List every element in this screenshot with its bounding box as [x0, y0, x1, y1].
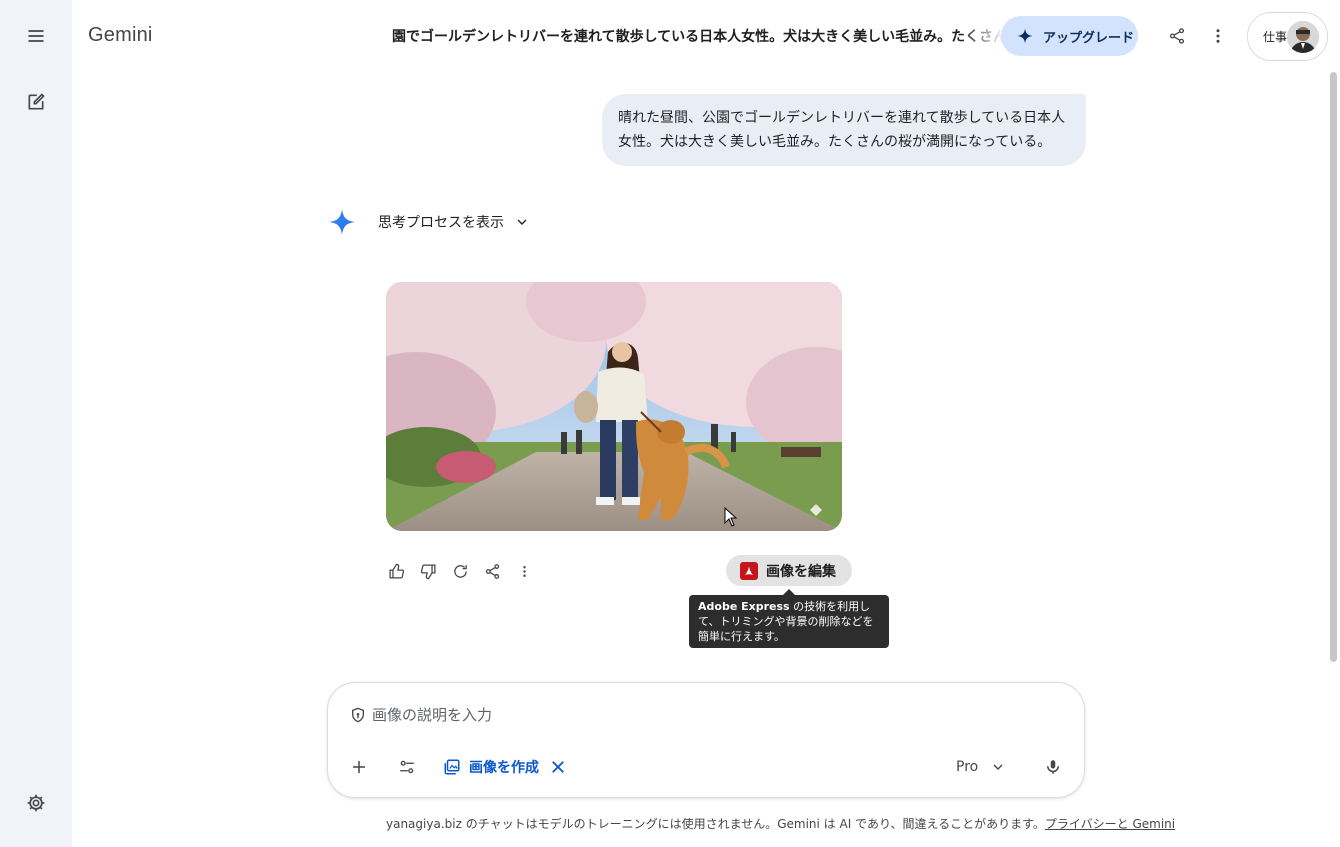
bad-response-button[interactable]	[412, 556, 444, 586]
thumb-down-icon	[420, 563, 436, 579]
create-image-chip[interactable]: 画像を作成	[443, 753, 575, 781]
disclaimer-footer: yanagiya.biz のチャットはモデルのトレーニングには使用されません。G…	[386, 815, 1175, 832]
chevron-down-icon	[517, 219, 527, 225]
scrollbar-thumb[interactable]	[1330, 72, 1337, 662]
refresh-icon	[453, 564, 467, 578]
gemini-spark-icon	[329, 209, 355, 235]
response-actions	[380, 556, 540, 586]
user-message-bubble: 晴れた昼間、公園でゴールデンレトリバーを連れて散歩している日本人女性。犬は大きく…	[602, 94, 1086, 166]
prompt-composer: 画像を作成 Pro	[327, 682, 1085, 798]
tune-icon	[400, 760, 414, 774]
shield-icon	[352, 707, 364, 723]
more-vert-icon	[1216, 29, 1220, 43]
mouse-cursor-icon	[724, 507, 738, 527]
microphone-icon	[1047, 760, 1059, 774]
tools-button[interactable]	[391, 751, 423, 783]
gemini-app: Gemini 園でゴールデンレトリバーを連れて散歩している日本人女性。犬は大きく…	[0, 0, 1340, 847]
hamburger-menu-icon	[28, 30, 44, 42]
account-switcher[interactable]: 仕事	[1247, 12, 1328, 61]
model-selector[interactable]: Pro	[956, 753, 1006, 781]
tooltip-brand: Adobe Express	[698, 600, 790, 613]
more-options-button[interactable]	[1198, 16, 1238, 56]
disclaimer-text: yanagiya.biz のチャットはモデルのトレーニングには使用されません。G…	[386, 817, 1045, 831]
settings-button[interactable]	[16, 783, 56, 823]
avatar	[1287, 21, 1319, 53]
main-menu-button[interactable]	[16, 16, 56, 56]
plus-icon	[353, 761, 365, 773]
good-response-button[interactable]	[380, 556, 412, 586]
model-label: Pro	[956, 759, 979, 775]
sparkle-icon	[1017, 28, 1033, 44]
edit-image-button[interactable]: 画像を編集	[726, 555, 852, 586]
upgrade-button[interactable]: アップグレード	[1001, 16, 1138, 56]
share-icon	[485, 563, 499, 579]
chevron-down-icon	[993, 764, 1003, 770]
edit-image-label: 画像を編集	[766, 563, 836, 580]
share-conversation-button[interactable]	[1157, 16, 1197, 56]
share-icon	[1169, 28, 1185, 44]
image-stack-icon	[444, 759, 460, 775]
thinking-label: 思考プロセスを表示	[378, 215, 504, 231]
microphone-button[interactable]	[1037, 751, 1069, 783]
more-vert-icon	[522, 565, 526, 577]
edit-image-tooltip: Adobe Express の技術を利用して、トリミングや背景の削除などを簡単に…	[689, 595, 889, 648]
generated-image[interactable]	[386, 282, 842, 531]
regenerate-button[interactable]	[444, 556, 476, 586]
share-response-button[interactable]	[476, 556, 508, 586]
create-image-label: 画像を作成	[469, 760, 539, 776]
upgrade-label: アップグレード	[1043, 30, 1135, 46]
adobe-express-icon	[740, 561, 758, 580]
edit-note-icon	[28, 93, 45, 110]
account-label: 仕事	[1263, 30, 1288, 44]
add-files-button[interactable]	[343, 751, 375, 783]
show-thinking-toggle[interactable]: 思考プロセスを表示	[378, 212, 530, 232]
prompt-input[interactable]	[372, 701, 1052, 729]
response-more-button[interactable]	[508, 556, 540, 586]
new-chat-button[interactable]	[16, 82, 56, 122]
privacy-link[interactable]: プライバシーと Gemini	[1045, 817, 1175, 831]
close-icon[interactable]	[549, 758, 567, 776]
gear-icon	[27, 794, 45, 812]
side-rail	[0, 0, 72, 847]
conversation-title: 園でゴールデンレトリバーを連れて散歩している日本人女性。犬は大きく美しい毛並み。…	[392, 29, 1002, 45]
thumb-up-icon	[388, 563, 404, 579]
brand-title[interactable]: Gemini	[88, 24, 153, 47]
title-fade	[960, 20, 1005, 52]
